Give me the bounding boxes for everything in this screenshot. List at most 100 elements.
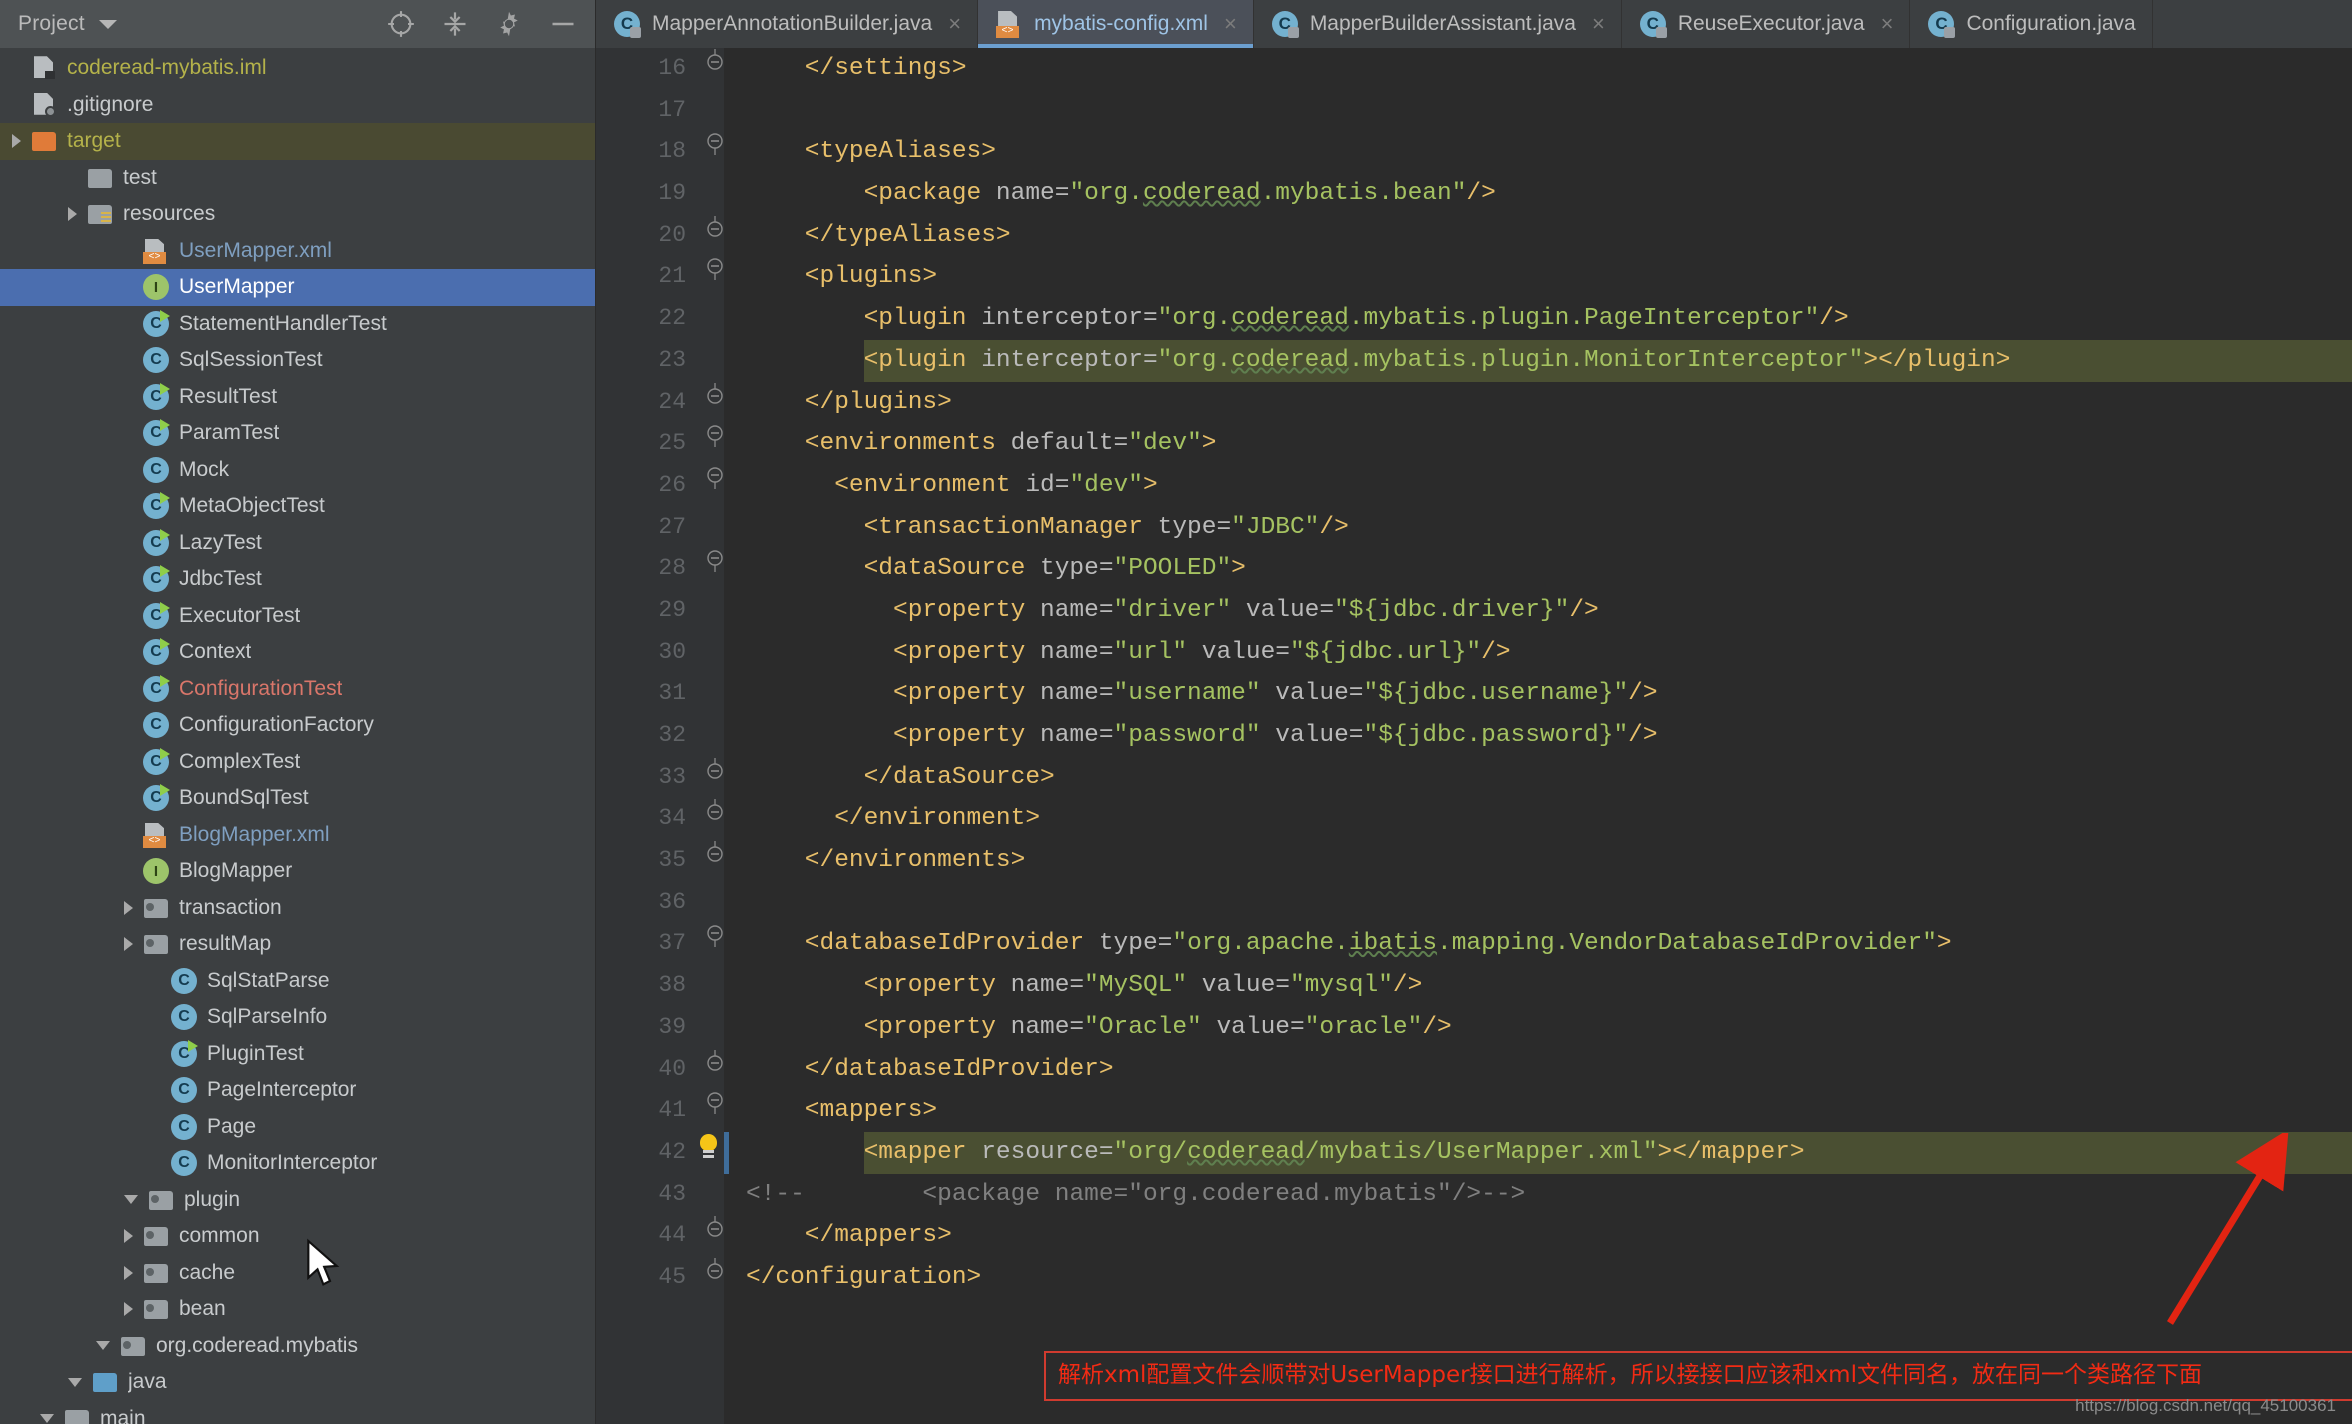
chevron-down-icon[interactable]: [40, 1414, 54, 1424]
code-line-26[interactable]: 26 <environment id="dev">: [596, 465, 2352, 507]
code-line-19[interactable]: 19 <package name="org.coderead.mybatis.be…: [596, 173, 2352, 215]
fold-end-icon[interactable]: [704, 798, 726, 840]
tree-item-metaobjecttest[interactable]: C MetaObjectTest: [0, 488, 595, 525]
code-line-22[interactable]: 22 <plugin interceptor="org.coderead.myba…: [596, 298, 2352, 340]
code-content[interactable]: 16 </settings> 17 18 <typeAliases> 19 <package…: [596, 48, 2352, 1299]
tree-item-sqlparseinfo[interactable]: C SqlParseInfo: [0, 999, 595, 1036]
code-line-44[interactable]: 44 </mappers>: [596, 1215, 2352, 1257]
code-line-28[interactable]: 28 <dataSource type="POOLED">: [596, 548, 2352, 590]
code-line-17[interactable]: 17: [596, 90, 2352, 132]
code-line-25[interactable]: 25 <environments default="dev">: [596, 423, 2352, 465]
code-line-41[interactable]: 41 <mappers>: [596, 1090, 2352, 1132]
tree-item-resulttest[interactable]: C ResultTest: [0, 379, 595, 416]
code-line-29[interactable]: 29 <property name="driver" value="${jdbc.…: [596, 590, 2352, 632]
tree-item-test[interactable]: test: [0, 160, 595, 197]
tree-item-jdbctest[interactable]: C JdbcTest: [0, 561, 595, 598]
code-line-34[interactable]: 34 </environment>: [596, 798, 2352, 840]
tree-item-paramtest[interactable]: C ParamTest: [0, 415, 595, 452]
tree-item-org-coderead-mybatis[interactable]: org.coderead.mybatis: [0, 1328, 595, 1365]
tree-item-cache[interactable]: cache: [0, 1255, 595, 1292]
fold-end-icon[interactable]: [704, 48, 726, 90]
fold-start-icon[interactable]: [704, 465, 726, 507]
tree-item-statementhandlertest[interactable]: C StatementHandlerTest: [0, 306, 595, 343]
tree-item-target[interactable]: target: [0, 123, 595, 160]
tree-item-main[interactable]: main: [0, 1401, 595, 1424]
tree-item-transaction[interactable]: transaction: [0, 890, 595, 927]
editor-tab-reuseexecutor-java[interactable]: ReuseExecutor.java ×: [1621, 0, 1911, 48]
tree-item-lazytest[interactable]: C LazyTest: [0, 525, 595, 562]
editor-tab-close-icon[interactable]: ×: [1592, 13, 1605, 35]
tree-item-sqlsessiontest[interactable]: C SqlSessionTest: [0, 342, 595, 379]
tree-item-plugintest[interactable]: C PluginTest: [0, 1036, 595, 1073]
fold-start-icon[interactable]: [704, 923, 726, 965]
tree-item-usermapper[interactable]: I UserMapper: [0, 269, 595, 306]
tree-item-common[interactable]: common: [0, 1218, 595, 1255]
code-line-23[interactable]: 23 <plugin interceptor="org.coderead.myba…: [596, 339, 2352, 382]
code-line-39[interactable]: 39 <property name="Oracle" value="oracle"…: [596, 1007, 2352, 1049]
tree-item-usermapper-xml[interactable]: <> UserMapper.xml: [0, 233, 595, 270]
chevron-down-icon[interactable]: [124, 1195, 138, 1205]
editor-tab-mybatis-config-xml[interactable]: <> mybatis-config.xml ×: [978, 0, 1254, 48]
intention-lightbulb-icon[interactable]: [692, 1132, 726, 1166]
fold-end-icon[interactable]: [704, 1049, 726, 1091]
code-line-43[interactable]: 43 <!-- <package name="org.coderead.mybat…: [596, 1174, 2352, 1216]
chevron-right-icon[interactable]: [124, 1229, 133, 1244]
tree-item-executortest[interactable]: C ExecutorTest: [0, 598, 595, 635]
tree-item-java[interactable]: java: [0, 1364, 595, 1401]
tree-item-blogmapper-xml[interactable]: <> BlogMapper.xml: [0, 817, 595, 854]
minimize-icon[interactable]: [549, 10, 577, 38]
fold-end-icon[interactable]: [704, 840, 726, 882]
code-line-20[interactable]: 20 </typeAliases>: [596, 215, 2352, 257]
editor-tab-mapperbuilderassistant-java[interactable]: MapperBuilderAssistant.java ×: [1253, 0, 1622, 48]
chevron-down-icon[interactable]: [98, 19, 117, 29]
code-line-21[interactable]: 21 <plugins>: [596, 256, 2352, 298]
tree-item-sqlstatparse[interactable]: C SqlStatParse: [0, 963, 595, 1000]
tree-item-configurationfactory[interactable]: C ConfigurationFactory: [0, 707, 595, 744]
code-line-24[interactable]: 24 </plugins>: [596, 382, 2352, 424]
tree-item-page[interactable]: C Page: [0, 1109, 595, 1146]
chevron-right-icon[interactable]: [124, 900, 133, 915]
fold-start-icon[interactable]: [704, 131, 726, 173]
chevron-right-icon[interactable]: [124, 937, 133, 952]
fold-start-icon[interactable]: [704, 1090, 726, 1132]
chevron-down-icon[interactable]: [96, 1341, 110, 1351]
tree-item-mock[interactable]: C Mock: [0, 452, 595, 489]
code-line-16[interactable]: 16 </settings>: [596, 48, 2352, 90]
tree-item-coderead-mybatis-iml[interactable]: coderead-mybatis.iml: [0, 50, 595, 87]
tree-item-boundsqltest[interactable]: C BoundSqlTest: [0, 780, 595, 817]
tree-item-configurationtest[interactable]: C ConfigurationTest: [0, 671, 595, 708]
code-line-42[interactable]: 42 <mapper resource="org/coderead/mybatis…: [596, 1131, 2352, 1174]
editor-tab-close-icon[interactable]: ×: [948, 13, 961, 35]
chevron-right-icon[interactable]: [68, 207, 77, 222]
fold-end-icon[interactable]: [704, 382, 726, 424]
code-line-37[interactable]: 37 <databaseIdProvider type="org.apache.i…: [596, 923, 2352, 965]
fold-start-icon[interactable]: [704, 423, 726, 465]
editor-tab-close-icon[interactable]: ×: [1881, 13, 1894, 35]
editor-tab-close-icon[interactable]: ×: [1224, 13, 1237, 35]
code-line-33[interactable]: 33 </dataSource>: [596, 757, 2352, 799]
chevron-down-icon[interactable]: [68, 1377, 82, 1387]
tree-item-resultmap[interactable]: resultMap: [0, 926, 595, 963]
editor-tab-mapperannotationbuilder-java[interactable]: MapperAnnotationBuilder.java ×: [596, 0, 979, 48]
code-line-38[interactable]: 38 <property name="MySQL" value="mysql"/>: [596, 965, 2352, 1007]
code-line-40[interactable]: 40 </databaseIdProvider>: [596, 1049, 2352, 1091]
tree-item-bean[interactable]: bean: [0, 1291, 595, 1328]
fold-start-icon[interactable]: [704, 256, 726, 298]
collapse-all-icon[interactable]: [441, 10, 469, 38]
fold-start-icon[interactable]: [704, 548, 726, 590]
code-line-27[interactable]: 27 <transactionManager type="JDBC"/>: [596, 507, 2352, 549]
chevron-right-icon[interactable]: [124, 1302, 133, 1317]
tree-item-pageinterceptor[interactable]: C PageInterceptor: [0, 1072, 595, 1109]
code-line-35[interactable]: 35 </environments>: [596, 840, 2352, 882]
chevron-right-icon[interactable]: [12, 134, 21, 149]
code-line-32[interactable]: 32 <property name="password" value="${jdb…: [596, 715, 2352, 757]
chevron-right-icon[interactable]: [124, 1265, 133, 1280]
gear-icon[interactable]: [495, 10, 523, 38]
locate-icon[interactable]: [387, 10, 415, 38]
tree-item-context[interactable]: C Context: [0, 634, 595, 671]
fold-end-icon[interactable]: [704, 1257, 726, 1299]
fold-end-icon[interactable]: [704, 1215, 726, 1257]
project-tree[interactable]: coderead-mybatis.iml .gitignore target test…: [0, 48, 596, 1424]
code-line-18[interactable]: 18 <typeAliases>: [596, 131, 2352, 173]
editor-tab-configuration-java[interactable]: Configuration.java: [1910, 0, 2153, 48]
